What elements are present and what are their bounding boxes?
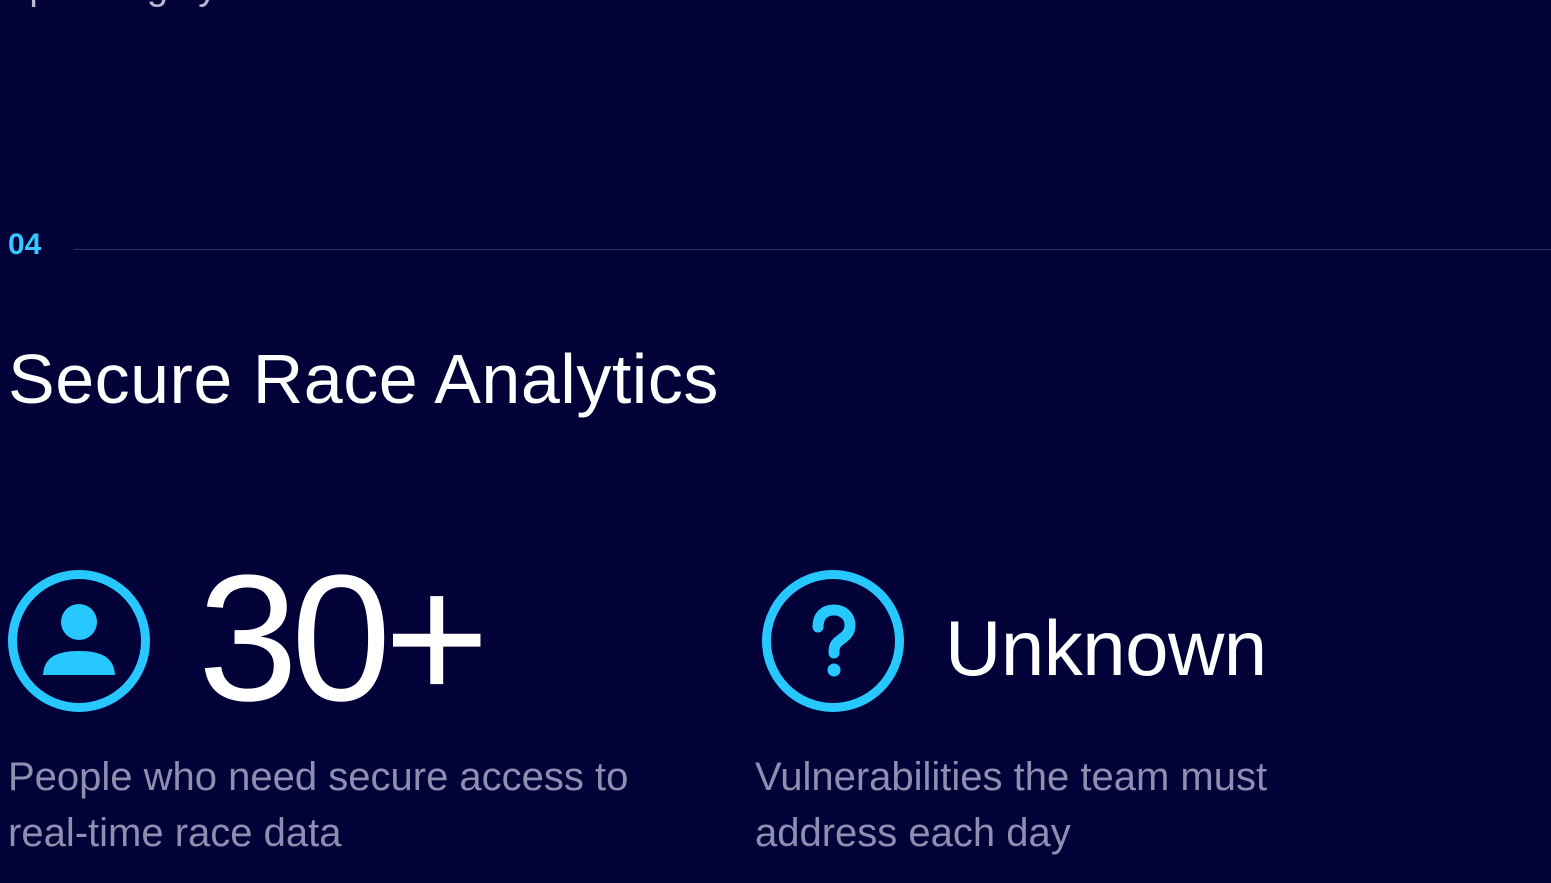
page: operating system 04 Secure Race Analytic… <box>0 0 1551 883</box>
user-icon <box>8 570 150 712</box>
previous-section-text: operating system <box>8 0 301 9</box>
stat-description: People who need secure access to real-ti… <box>8 755 629 855</box>
stat-description: Vulnerabilities the team must address ea… <box>755 755 1268 855</box>
stat-value: Unknown <box>945 604 1267 692</box>
section-number: 04 <box>8 228 42 261</box>
section-divider <box>74 249 1551 250</box>
question-icon <box>762 570 904 712</box>
section-title: Secure Race Analytics <box>8 339 719 418</box>
stat-value: 30+ <box>198 538 489 739</box>
